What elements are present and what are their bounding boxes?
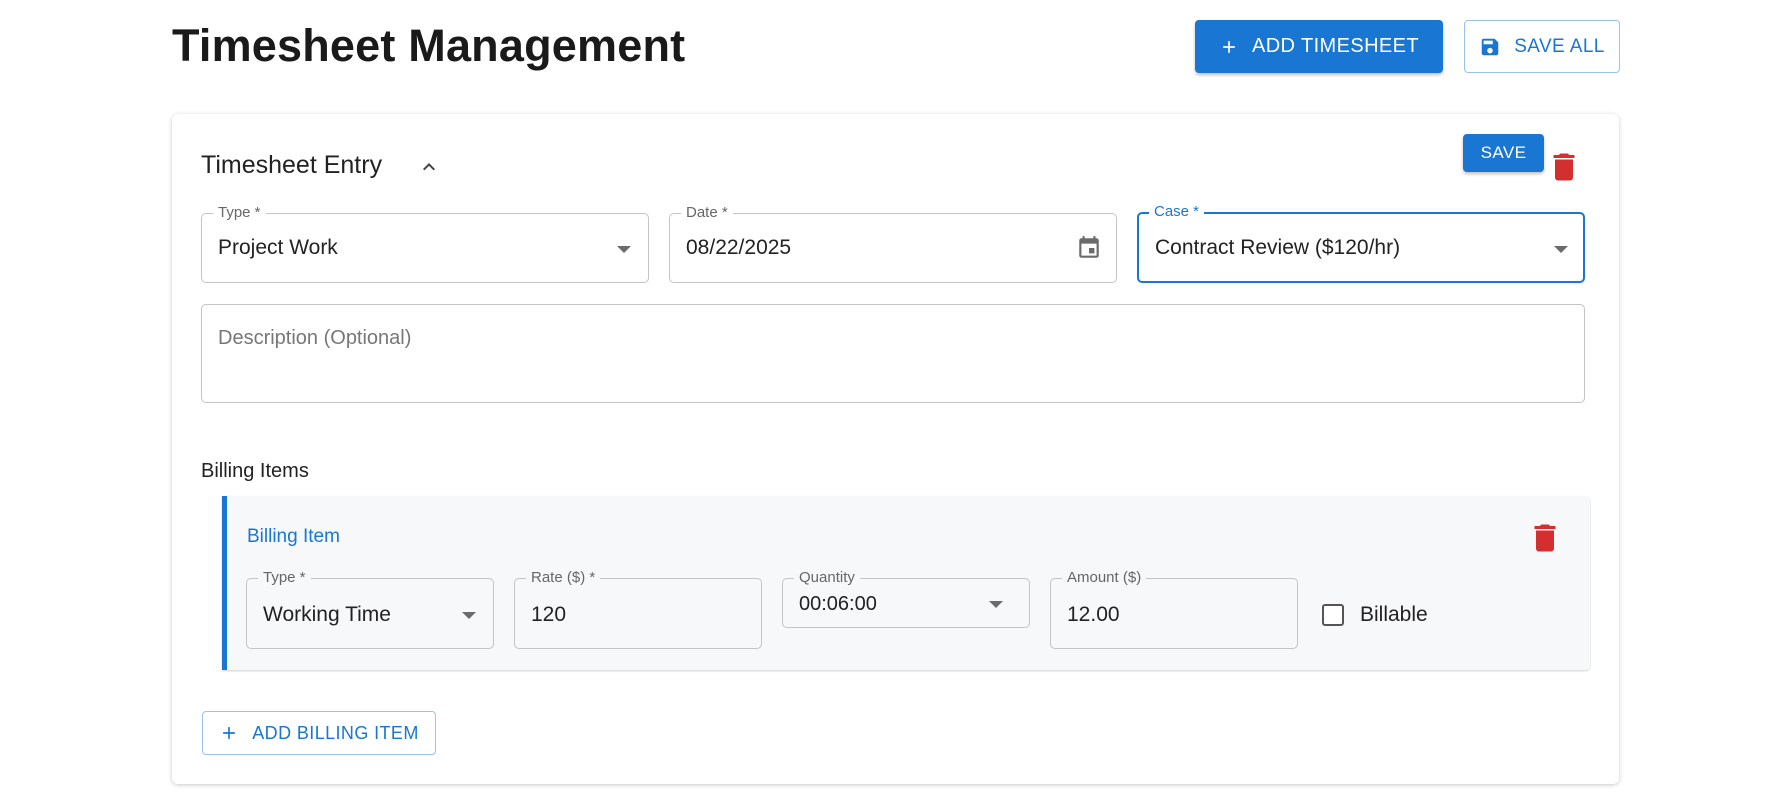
dropdown-arrow-icon [1554,246,1568,253]
amount-label: Amount ($) [1062,569,1147,587]
add-timesheet-button[interactable]: ADD TIMESHEET [1195,20,1443,73]
rate-value: 120 [531,603,567,626]
billing-item-title: Billing Item [247,526,340,547]
rate-input[interactable]: Rate ($) * 120 [514,569,762,649]
entry-date-value: 08/22/2025 [686,236,792,259]
entry-type-value: Project Work [218,236,338,259]
billing-type-value: Working Time [263,603,391,626]
trash-icon[interactable] [1550,152,1578,182]
entry-type-label: Type * [213,204,266,222]
billing-type-label: Type * [258,569,311,587]
amount-value: 12.00 [1067,603,1120,626]
save-all-button[interactable]: SAVE ALL [1464,20,1620,73]
calendar-icon[interactable] [1076,235,1102,261]
chevron-up-icon[interactable] [417,155,441,179]
amount-input[interactable]: Amount ($) 12.00 [1050,569,1298,649]
dropdown-arrow-icon [462,612,476,619]
description-placeholder: Description (Optional) [218,327,412,349]
plus-icon [1223,40,1235,53]
entry-case-select[interactable]: Case * Contract Review ($120/hr) [1137,203,1585,283]
billable-checkbox[interactable] [1322,604,1344,626]
save-all-label: SAVE ALL [1514,35,1605,57]
add-timesheet-label: ADD TIMESHEET [1251,35,1420,57]
entry-date-label: Date * [681,204,733,222]
dropdown-arrow-icon [989,601,1003,608]
save-entry-button[interactable]: SAVE [1463,134,1544,172]
quantity-label: Quantity [794,569,860,587]
billing-items-heading: Billing Items [201,460,309,482]
save-icon [1481,38,1499,55]
billable-label: Billable [1360,603,1428,626]
description-textarea[interactable]: Description (Optional) [201,304,1585,403]
save-entry-label: SAVE [1480,143,1527,162]
entry-title: Timesheet Entry [201,151,383,179]
entry-date-field[interactable]: Date * 08/22/2025 [669,204,1117,283]
plus-icon [223,727,236,739]
entry-type-select[interactable]: Type * Project Work [201,204,649,283]
quantity-select[interactable]: Quantity 00:06:00 [782,569,1030,628]
rate-label: Rate ($) * [526,569,601,587]
page-title: Timesheet Management [172,20,686,71]
add-billing-item-button[interactable]: ADD BILLING ITEM [202,711,436,755]
entry-case-value: Contract Review ($120/hr) [1155,236,1401,259]
quantity-value: 00:06:00 [799,593,877,615]
entry-case-label: Case * [1149,203,1205,221]
add-billing-item-label: ADD BILLING ITEM [252,722,419,743]
trash-icon[interactable] [1531,523,1559,553]
dropdown-arrow-icon [617,246,631,253]
billing-type-select[interactable]: Type * Working Time [246,569,494,649]
